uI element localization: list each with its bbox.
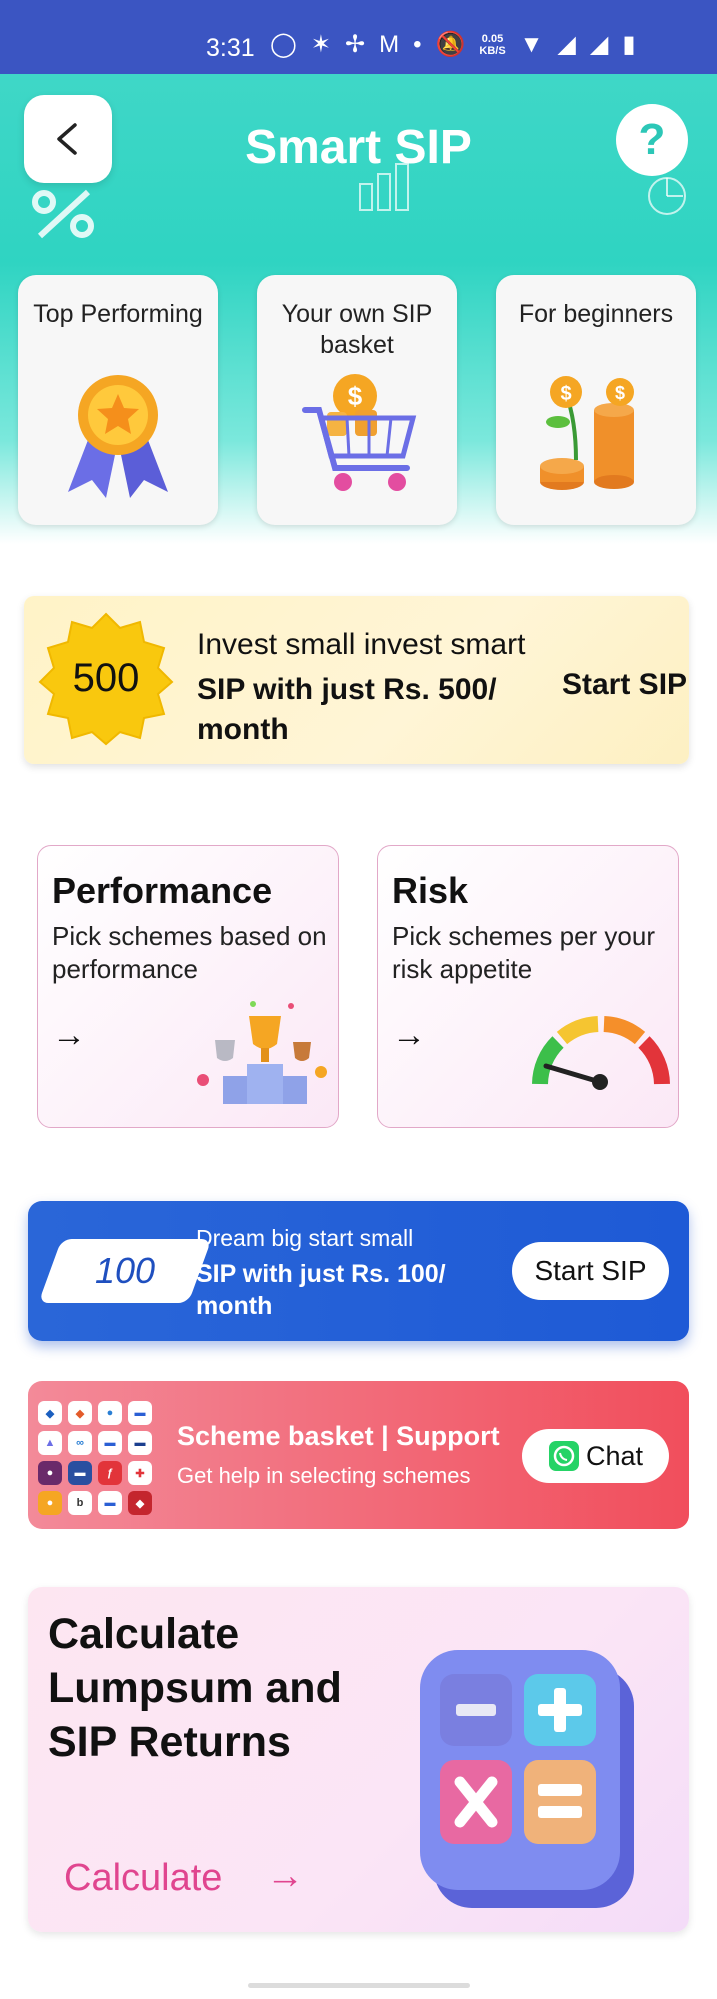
no-signal-icon: ◢ <box>589 31 609 58</box>
percent-deco-icon <box>32 189 94 239</box>
fund-logo-icon: ▬ <box>98 1491 122 1515</box>
svg-text:$: $ <box>560 383 571 405</box>
card-description: Pick schemes per your risk appetite <box>392 921 655 984</box>
gmail-icon: M <box>379 30 400 58</box>
category-label: Your own SIP basket <box>281 300 433 359</box>
sip-100-banner[interactable]: 100 Dream big start small SIP with just … <box>28 1201 689 1341</box>
performance-card[interactable]: Performance Pick schemes based on perfor… <box>37 845 339 1128</box>
arrow-right-icon: → <box>266 1855 304 1897</box>
badge-amount: 500 <box>72 655 140 700</box>
category-card-own-sip-basket[interactable]: Your own SIP basket $ <box>257 275 457 525</box>
card-description: Pick schemes based on performance <box>52 921 327 984</box>
fund-logo-icon: ◆ <box>38 1401 62 1425</box>
chat-button[interactable]: Chat <box>522 1429 669 1483</box>
fund-logo-icon: ▬ <box>98 1431 122 1455</box>
arrow-right-icon: → <box>52 1016 86 1054</box>
card-title: Performance <box>52 870 273 911</box>
fund-logo-icon: ● <box>38 1491 62 1515</box>
svg-text:$: $ <box>615 383 625 403</box>
support-subtitle: Get help in selecting schemes <box>177 1463 471 1488</box>
fund-logo-icon: ◆ <box>68 1401 92 1425</box>
fund-logo-icon: ▬ <box>68 1461 92 1485</box>
network-speed-unit: KB/S <box>479 44 506 57</box>
scheme-support-banner[interactable]: ◆ ◆ ● ▬ ▲ ∞ ▬ ▬ ● ▬ ƒ ✚ ● b ▬ ◆ Scheme b… <box>28 1381 689 1529</box>
pill-amount: 100 <box>94 1250 156 1291</box>
pie-deco-icon <box>648 177 686 215</box>
category-label: Top Performing <box>33 300 203 328</box>
category-card-top-performing[interactable]: Top Performing <box>18 275 218 525</box>
banner-tagline: Invest small invest smart <box>197 628 526 661</box>
whatsapp-icon: ◯ <box>270 31 297 58</box>
fund-logo-icon: ▲ <box>38 1431 62 1455</box>
no-signal-icon: ◢ <box>557 31 576 58</box>
fund-logo-icon: ◆ <box>128 1491 152 1515</box>
status-time: 3:31 <box>206 34 255 62</box>
calculator-card[interactable]: Calculate Lumpsum and SIP Returns Calcul… <box>28 1587 689 1932</box>
bluetooth-icon: ✶ <box>310 31 331 58</box>
network-speed: 0.05 KB/S <box>479 33 505 57</box>
fund-logo-icon: ● <box>38 1461 62 1485</box>
home-indicator[interactable] <box>248 1983 470 1988</box>
category-card-for-beginners[interactable]: For beginners $ $ <box>496 275 696 525</box>
fund-logo-icon: ▬ <box>128 1431 152 1455</box>
support-title: Scheme basket | Support <box>177 1421 500 1451</box>
mute-icon: 🔕 <box>435 31 466 58</box>
risk-gauge-icon <box>532 1016 670 1090</box>
calculator-icon <box>420 1650 634 1908</box>
banner-tagline: Dream big start small <box>196 1225 414 1251</box>
fan-icon: ✢ <box>344 31 366 58</box>
status-bar: 3:31 ◯ ✶ ✢ M • 🔕 0.05 KB/S ▼ ◢ ◢ ▮ <box>0 0 717 74</box>
dot-icon: • <box>413 30 422 58</box>
arrow-right-icon: → <box>392 1016 426 1054</box>
wifi-icon: ▼ <box>519 30 544 58</box>
shopping-cart-icon: $ <box>302 374 417 491</box>
card-title: Risk <box>392 870 469 911</box>
battery-charging-icon: ▮ <box>622 31 636 58</box>
status-icons: ◯ ✶ ✢ M • 🔕 0.05 KB/S ▼ ◢ ◢ ▮ <box>270 30 636 59</box>
whatsapp-icon <box>548 1441 579 1471</box>
medal-icon <box>68 375 168 498</box>
sip-500-banner[interactable]: 500 Invest small invest smart SIP with j… <box>24 596 689 764</box>
coin-plant-icon: $ $ <box>540 376 634 490</box>
fund-logo-icon: ▬ <box>128 1401 152 1425</box>
start-sip-100-button[interactable]: Start SIP <box>512 1242 669 1300</box>
start-sip-500-button[interactable]: Start SIP <box>562 668 687 702</box>
svg-text:$: $ <box>348 381 363 411</box>
fund-logo-icon: b <box>68 1491 92 1515</box>
fund-logo-icon: ∞ <box>68 1431 92 1455</box>
fund-logo-icon: ✚ <box>128 1461 152 1485</box>
help-icon: ? <box>638 115 666 164</box>
help-button[interactable]: ? <box>616 104 688 176</box>
banner-headline: SIP with just Rs. 100/ month <box>196 1260 446 1320</box>
chat-label: Chat <box>585 1440 644 1471</box>
banner-headline: SIP with just Rs. 500/ month <box>197 673 497 746</box>
category-label: For beginners <box>518 300 674 328</box>
trophy-podium-icon <box>197 1001 327 1104</box>
fund-house-logos: ◆ ◆ ● ▬ ▲ ∞ ▬ ▬ ● ▬ ƒ ✚ ● b ▬ ◆ <box>38 1401 158 1515</box>
calculator-title: Calculate Lumpsum and SIP Returns <box>48 1610 342 1766</box>
risk-card[interactable]: Risk Pick schemes per your risk appetite… <box>377 845 679 1128</box>
fund-logo-icon: ● <box>98 1401 122 1425</box>
calculate-link[interactable]: Calculate <box>64 1857 222 1900</box>
page-title: Smart SIP <box>245 121 472 174</box>
network-speed-value: 0.05 <box>481 32 504 45</box>
fund-logo-icon: ƒ <box>98 1461 122 1485</box>
